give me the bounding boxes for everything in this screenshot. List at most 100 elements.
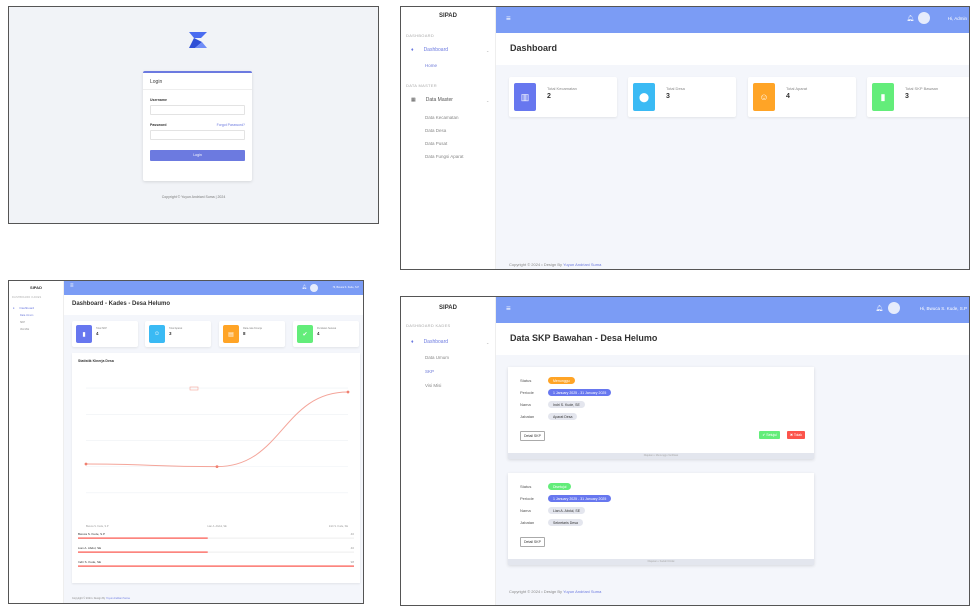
x-tick-label: Indri S. Kude, SE bbox=[329, 525, 349, 528]
skp-status-row: Status Menunggu bbox=[520, 377, 575, 384]
skp-jabatan-row: Jabatan Sekretaris Desa bbox=[520, 519, 583, 526]
sidebar-item-label: Dashboard bbox=[423, 339, 449, 345]
brand: SIPAD bbox=[30, 285, 42, 290]
card-footer: Diajukan • Menunggu Verifikasi bbox=[508, 453, 814, 459]
password-input[interactable] bbox=[150, 130, 245, 140]
stat-card-kinerja: ▤ Rata-rata Kinerja 8 bbox=[219, 321, 285, 347]
skp-periode-row: Periode 1 January 2025 - 31 January 2025 bbox=[520, 389, 612, 396]
avatar[interactable] bbox=[888, 302, 900, 314]
jabatan-badge: Sekretaris Desa bbox=[548, 519, 583, 526]
check-icon: ✔ bbox=[297, 325, 313, 343]
reject-button[interactable]: ✖ Tolak bbox=[786, 431, 805, 439]
map-pin-icon: ⬤ bbox=[633, 83, 655, 111]
sidebar-sub-pusat[interactable]: Data Pusat bbox=[425, 141, 447, 146]
file-icon: ▮ bbox=[76, 325, 92, 343]
footer-author-link[interactable]: Yuyun Andriani Suma bbox=[563, 589, 601, 594]
sidebar-sub-home[interactable]: Home bbox=[425, 63, 437, 68]
building-icon: ▥ bbox=[514, 83, 536, 111]
sidebar-item-dashboard[interactable]: ♦ Dashboard bbox=[411, 339, 448, 345]
approve-button[interactable]: ✔ Setujui bbox=[759, 431, 780, 439]
chevron-down-icon: ⌄ bbox=[486, 340, 490, 345]
bell-icon[interactable]: 🔔︎ bbox=[875, 305, 883, 312]
sidebar-sub-data-umum[interactable]: Data Umum bbox=[20, 314, 33, 317]
stat-value: 4 bbox=[317, 331, 320, 336]
sidebar-item-label: Dashboard bbox=[19, 306, 35, 310]
page-title: Data SKP Bawahan - Desa Helumo bbox=[496, 323, 969, 355]
detail-skp-button[interactable]: Detail SKP bbox=[520, 431, 545, 441]
skp-nama-row: Nama Indri S. Kude, SE bbox=[520, 401, 585, 408]
page-title: Dashboard - Kades - Desa Helumo bbox=[64, 295, 363, 315]
performance-chart-card: Statistik Kinerja Desa Bwuca S. Kude, S.… bbox=[72, 353, 360, 583]
series-line bbox=[85, 391, 349, 468]
footer-text: Copyright © 2024 • Design By bbox=[509, 589, 564, 594]
stat-card-kecamatan: ▥ Total Kecamatan 2 bbox=[509, 77, 617, 117]
stat-card-aparat: ☺ Total Aparat 4 bbox=[748, 77, 856, 117]
detail-skp-button[interactable]: Detail SKP bbox=[520, 537, 545, 547]
legend-swatch bbox=[189, 386, 199, 391]
jabatan-badge: Aparat Desa bbox=[548, 413, 578, 420]
nama-label: Nama bbox=[520, 508, 531, 513]
topbar: ≡ 🔔︎ Hi, Bwuca S. Kude, S.P bbox=[64, 281, 363, 295]
user-icon: ☺ bbox=[753, 83, 775, 111]
sidebar-sub-skp[interactable]: SKP bbox=[425, 369, 434, 374]
progress-fill bbox=[78, 537, 208, 539]
avatar[interactable] bbox=[918, 12, 930, 24]
stat-value: 4 bbox=[96, 331, 99, 336]
hamburger-icon[interactable]: ≡ bbox=[70, 283, 74, 289]
card-footer: Diajukan • Sudah Dinilai bbox=[508, 559, 814, 565]
stat-value: 3 bbox=[666, 93, 670, 100]
user-icon: ☺ bbox=[149, 325, 165, 343]
performance-line-chart: Bwuca S. Kude, S.P Lian A. Abdul, SE Indri… bbox=[78, 386, 355, 567]
stat-card-desa: ⬤ Total Desa 3 bbox=[628, 77, 736, 117]
skp-card: Status Disetujui Periode 1 January 2025 … bbox=[508, 473, 814, 565]
periode-badge: 1 January 2025 - 31 January 2025 bbox=[548, 389, 612, 396]
row-value: 98 bbox=[351, 560, 355, 564]
sidebar-item-data-master[interactable]: ▦ Data Master bbox=[411, 97, 453, 103]
stat-value: 2 bbox=[547, 93, 551, 100]
sidebar: SIPAD DASHBOARD KADES ♦ Dashboard ⌄ Data… bbox=[401, 297, 496, 605]
sidebar-sub-data-umum[interactable]: Data Umum bbox=[425, 355, 449, 360]
bell-icon[interactable]: 🔔︎ bbox=[906, 15, 914, 22]
stat-label: Total SKP Bawaan bbox=[905, 86, 939, 91]
login-screen: Login Username Password Forgot Password?… bbox=[8, 6, 379, 224]
username-input[interactable] bbox=[150, 105, 245, 115]
stat-card-aparat: ☺ Total Aparat 3 bbox=[145, 321, 211, 347]
user-greeting[interactable]: Hi, Bwuca S. Kude, S.P bbox=[333, 286, 359, 289]
skp-periode-row: Periode 1 January 2025 - 31 January 2025 bbox=[520, 495, 612, 502]
footer-text: Copyright © 2024 • Design By bbox=[509, 262, 564, 267]
hamburger-icon[interactable]: ≡ bbox=[506, 304, 511, 313]
login-button[interactable]: Login bbox=[150, 150, 245, 161]
sidebar-sub-visi-misi[interactable]: Visi Misi bbox=[20, 328, 29, 331]
stat-value: 8 bbox=[243, 331, 246, 336]
footer-text: Copyright © 2024 • Design By bbox=[72, 597, 106, 600]
sidebar-sub-fungsi[interactable]: Data Fungsi Aparat bbox=[425, 154, 464, 159]
main-content: Dashboard ▥ Total Kecamatan 2 ⬤ Total De… bbox=[496, 33, 969, 269]
sidebar-sub-desa[interactable]: Data Desa bbox=[425, 128, 446, 133]
page-title: Dashboard bbox=[496, 33, 969, 65]
skp-status-row: Status Disetujui bbox=[520, 483, 572, 490]
fire-icon: ♦ bbox=[411, 339, 414, 345]
nama-badge: Lian A. Abdul, SE bbox=[548, 507, 586, 514]
sidebar-item-dashboard[interactable]: ♦ Dashboard bbox=[13, 306, 34, 310]
stat-label: Total Desa bbox=[666, 86, 685, 91]
brand: SIPAD bbox=[439, 13, 457, 19]
jabatan-label: Jabatan bbox=[520, 520, 535, 525]
footer: Copyright © 2024 • Design By Yuyun Andri… bbox=[72, 597, 130, 600]
user-greeting[interactable]: Hi, Admin bbox=[948, 16, 967, 21]
sidebar: SIPAD DASHBOARD KADES ♦ Dashboard Data U… bbox=[9, 281, 64, 603]
footer-author-link[interactable]: Yuyun Andriani Suma bbox=[106, 597, 130, 600]
forgot-password-link[interactable]: Forgot Password? bbox=[217, 123, 245, 127]
username-label: Username bbox=[150, 98, 167, 102]
sidebar-sub-skp[interactable]: SKP bbox=[20, 321, 25, 324]
x-tick-label: Lian A. Abdul, SE bbox=[207, 525, 227, 528]
kades-dashboard-screen: SIPAD DASHBOARD KADES ♦ Dashboard Data U… bbox=[8, 280, 364, 604]
sidebar-sub-visi-misi[interactable]: Visi Misi bbox=[425, 383, 441, 388]
sidebar-sub-kecamatan[interactable]: Data Kecamatan bbox=[425, 115, 459, 120]
fire-icon: ♦ bbox=[13, 306, 15, 310]
avatar[interactable] bbox=[310, 284, 318, 292]
user-greeting[interactable]: Hi, Bwuca S. Kude, S.P bbox=[920, 306, 967, 311]
bell-icon[interactable]: 🔔︎ bbox=[302, 284, 307, 289]
footer-author-link[interactable]: Yuyun Andriani Suma bbox=[563, 262, 601, 267]
sidebar-item-dashboard[interactable]: ♦ Dashboard bbox=[411, 47, 448, 53]
hamburger-icon[interactable]: ≡ bbox=[506, 14, 511, 23]
